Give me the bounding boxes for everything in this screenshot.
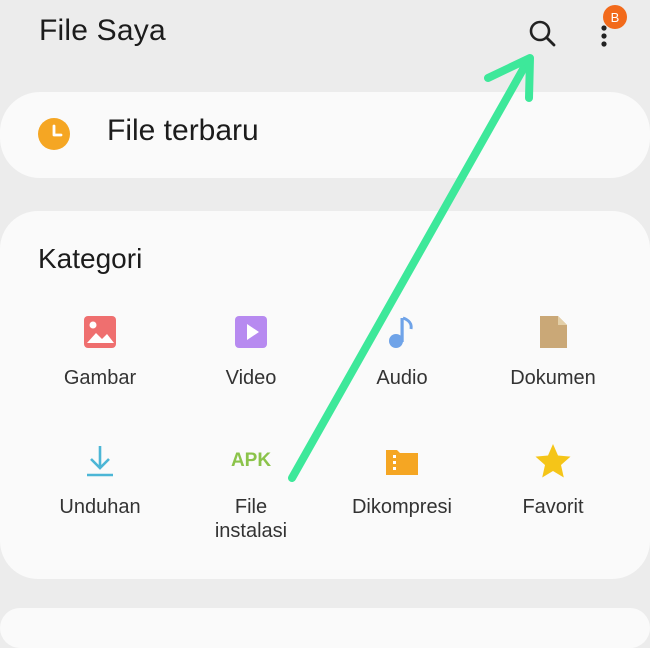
category-label: Dikompresi (351, 496, 453, 518)
recent-files-label: File terbaru (107, 114, 259, 147)
category-label: File instalasi (214, 496, 288, 542)
document-icon (540, 316, 567, 348)
notification-badge: B (603, 5, 627, 29)
category-dokumen[interactable]: Dokumen (478, 312, 628, 390)
archive-folder-icon (386, 450, 418, 475)
category-audio[interactable]: Audio (327, 312, 477, 390)
recent-files-card[interactable] (0, 92, 650, 178)
page-title: File Saya (39, 14, 166, 47)
category-gambar[interactable]: Gambar (25, 312, 175, 390)
star-icon (535, 444, 571, 478)
category-label: Favorit (522, 496, 584, 518)
apk-icon: APK (230, 450, 272, 471)
category-label: Unduhan (59, 496, 141, 518)
video-icon (235, 316, 267, 348)
image-icon (84, 316, 116, 348)
download-icon (87, 446, 113, 477)
category-label: Dokumen (510, 367, 596, 389)
category-file-instalasi[interactable]: APK File instalasi (176, 441, 326, 543)
app-header: File Saya B (0, 0, 650, 80)
storage-card (0, 608, 650, 648)
categories-title: Kategori (38, 243, 143, 274)
category-unduhan[interactable]: Unduhan (25, 441, 175, 519)
category-dikompresi[interactable]: Dikompresi (327, 441, 477, 519)
category-label: Video (225, 367, 277, 389)
category-favorit[interactable]: Favorit (478, 441, 628, 519)
search-icon (529, 20, 556, 47)
category-label: Gambar (63, 367, 137, 389)
music-note-icon (389, 316, 413, 348)
category-video[interactable]: Video (176, 312, 326, 390)
clock-icon (38, 118, 70, 150)
category-label: Audio (376, 367, 428, 389)
search-button[interactable] (522, 14, 562, 54)
